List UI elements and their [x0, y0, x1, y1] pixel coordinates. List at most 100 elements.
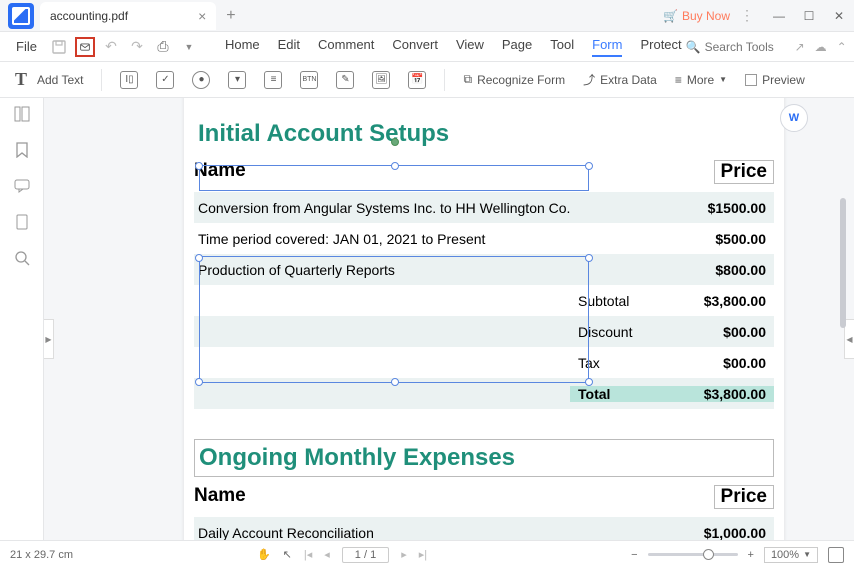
file-menu[interactable]: File — [8, 35, 45, 58]
zoom-level[interactable]: 100%▼ — [764, 547, 818, 563]
extra-data-label: Extra Data — [600, 73, 657, 87]
status-bar: 21 x 29.7 cm ✋ ↖ |◂ ◂ 1 / 1 ▸ ▸| − + 100… — [0, 540, 854, 568]
form-ribbon: T Add Text I▯ ✓ ● ▾ ≡ BTN ✎ 🖼 📅 ⧉ Recogn… — [0, 62, 854, 98]
comment-panel-icon[interactable] — [12, 176, 32, 196]
section2-title: Ongoing Monthly Expenses — [195, 444, 773, 472]
user-menu-icon[interactable]: ⋮ — [740, 7, 754, 24]
select-tool-icon[interactable]: ↖ — [283, 548, 292, 561]
image-field-icon[interactable]: 🖼 — [372, 71, 390, 89]
fit-page-icon[interactable] — [828, 547, 844, 563]
attachment-icon[interactable] — [12, 212, 32, 232]
preview-toggle[interactable]: Preview — [745, 73, 805, 87]
page-indicator[interactable]: 1 / 1 — [342, 547, 389, 563]
radio-field-icon[interactable]: ● — [192, 71, 210, 89]
word-export-button[interactable]: W — [780, 104, 808, 132]
menu-bar: File ↶ ↷ ⎙ ▼ Home Edit Comment Convert V… — [0, 32, 854, 62]
resize-handle[interactable] — [195, 162, 203, 170]
print-icon[interactable]: ⎙ — [153, 37, 173, 57]
resize-handle[interactable] — [391, 162, 399, 170]
line-item-label: Time period covered: JAN 01, 2021 to Pre… — [194, 231, 654, 247]
more-button[interactable]: ≡ More ▼ — [675, 73, 727, 87]
redo-icon[interactable]: ↷ — [127, 37, 147, 57]
resize-handle[interactable] — [585, 254, 593, 262]
undo-icon[interactable]: ↶ — [101, 37, 121, 57]
close-tab-icon[interactable]: × — [198, 8, 206, 24]
hamburger-icon: ≡ — [675, 73, 682, 87]
search-panel-icon[interactable] — [12, 248, 32, 268]
next-page-icon[interactable]: ▸ — [401, 548, 407, 561]
buy-now-link[interactable]: 🛒 Buy Now — [663, 9, 730, 23]
zoom-thumb[interactable] — [703, 549, 714, 560]
tab-page[interactable]: Page — [502, 37, 532, 57]
search-icon: 🔍 — [686, 40, 701, 54]
line-item-amount: $800.00 — [654, 262, 774, 278]
bookmark-icon[interactable] — [12, 140, 32, 160]
tab-home[interactable]: Home — [225, 37, 260, 57]
text-field-icon[interactable]: I▯ — [120, 71, 138, 89]
total-label: Total — [570, 386, 654, 402]
hand-tool-icon[interactable]: ✋ — [257, 548, 271, 561]
page-dimensions: 21 x 29.7 cm — [10, 549, 73, 561]
form-selection-box[interactable] — [199, 256, 589, 383]
more-label: More — [687, 73, 714, 87]
add-text-button[interactable]: T Add Text — [10, 69, 83, 91]
tab-tool[interactable]: Tool — [550, 37, 574, 57]
close-window-button[interactable]: ✕ — [824, 2, 854, 30]
recognize-form-button[interactable]: ⧉ Recognize Form — [463, 72, 565, 87]
total-amount: $3,800.00 — [654, 386, 774, 402]
tax-amount: $00.00 — [654, 355, 774, 371]
name-column-header: Name — [194, 485, 246, 509]
recognize-icon: ⧉ — [463, 72, 472, 87]
email-icon[interactable] — [75, 37, 95, 57]
add-text-label: Add Text — [37, 73, 83, 87]
cloud-icon[interactable]: ☁ — [815, 40, 827, 54]
thumbnails-icon[interactable] — [12, 104, 32, 124]
search-input[interactable] — [705, 40, 785, 54]
tab-edit[interactable]: Edit — [278, 37, 300, 57]
last-page-icon[interactable]: ▸| — [419, 548, 427, 561]
title-bar: accounting.pdf × + 🛒 Buy Now ⋮ — ☐ ✕ — [0, 0, 854, 32]
dropdown-field-icon[interactable]: ▾ — [228, 71, 246, 89]
share-icon[interactable]: ↗ — [795, 40, 805, 54]
button-field-icon[interactable]: BTN — [300, 71, 318, 89]
tab-form[interactable]: Form — [592, 37, 622, 57]
chevron-down-icon: ▼ — [719, 75, 727, 84]
extra-data-button[interactable]: ⤴ Extra Data — [583, 71, 657, 88]
checkbox-icon — [745, 74, 757, 86]
rotate-handle[interactable] — [391, 138, 399, 146]
qat-dropdown-icon[interactable]: ▼ — [179, 37, 199, 57]
tab-convert[interactable]: Convert — [392, 37, 438, 57]
tab-comment[interactable]: Comment — [318, 37, 374, 57]
recognize-label: Recognize Form — [477, 73, 565, 87]
app-logo — [8, 3, 34, 29]
search-tools[interactable]: 🔍 — [686, 40, 785, 54]
date-field-icon[interactable]: 📅 — [408, 71, 426, 89]
maximize-button[interactable]: ☐ — [794, 2, 824, 30]
checkbox-field-icon[interactable]: ✓ — [156, 71, 174, 89]
first-page-icon[interactable]: |◂ — [304, 548, 312, 561]
collapse-ribbon-icon[interactable]: ⌃ — [837, 40, 847, 54]
line-item-amount: $1500.00 — [654, 200, 774, 216]
list-field-icon[interactable]: ≡ — [264, 71, 282, 89]
tab-view[interactable]: View — [456, 37, 484, 57]
line-item-label: Daily Account Reconciliation — [194, 525, 654, 541]
resize-handle[interactable] — [195, 254, 203, 262]
resize-handle[interactable] — [585, 162, 593, 170]
zoom-in-icon[interactable]: + — [748, 549, 754, 561]
document-tab[interactable]: accounting.pdf × — [40, 2, 216, 30]
resize-handle[interactable] — [585, 378, 593, 386]
zoom-slider[interactable] — [648, 553, 738, 556]
new-tab-button[interactable]: + — [226, 7, 235, 25]
resize-handle[interactable] — [195, 378, 203, 386]
tab-protect[interactable]: Protect — [640, 37, 681, 57]
text-icon: T — [10, 69, 32, 91]
preview-label: Preview — [762, 73, 805, 87]
minimize-button[interactable]: — — [764, 2, 794, 30]
prev-page-icon[interactable]: ◂ — [324, 548, 330, 561]
save-icon[interactable] — [49, 37, 69, 57]
discount-amount: $00.00 — [654, 324, 774, 340]
signature-field-icon[interactable]: ✎ — [336, 71, 354, 89]
zoom-out-icon[interactable]: − — [631, 549, 637, 561]
subtotal-amount: $3,800.00 — [654, 293, 774, 309]
resize-handle[interactable] — [391, 378, 399, 386]
